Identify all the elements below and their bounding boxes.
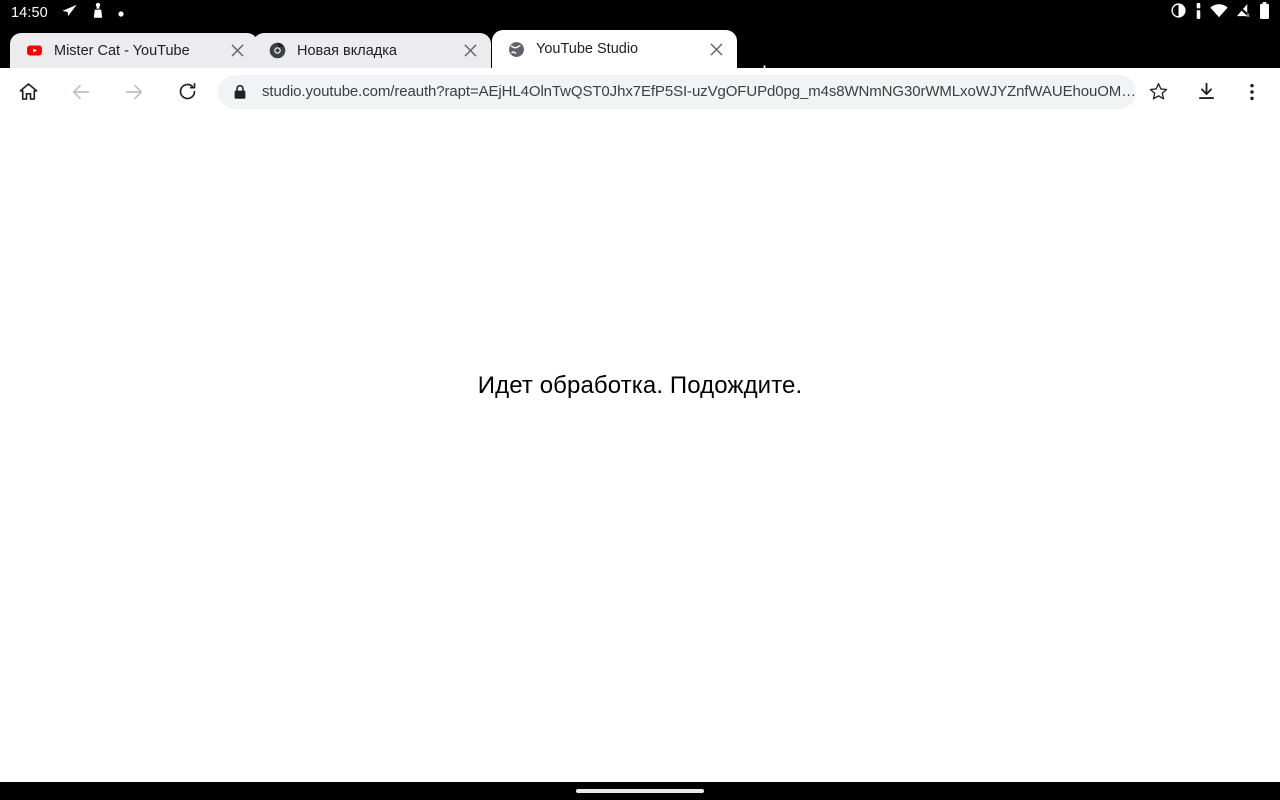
omnibox[interactable]: studio.youtube.com/reauth?rapt=AEjHL4Oln… <box>218 74 1136 109</box>
forward-button[interactable] <box>114 72 154 112</box>
wifi-icon <box>1210 3 1228 23</box>
browser-toolbar: studio.youtube.com/reauth?rapt=AEjHL4Oln… <box>0 68 1280 115</box>
browser-tab-new-tab[interactable]: Новая вкладка <box>253 33 491 68</box>
tab-title: Mister Cat - YouTube <box>54 42 190 59</box>
chrome-icon <box>269 42 286 59</box>
home-button[interactable] <box>8 72 48 112</box>
system-navigation-bar <box>0 782 1280 800</box>
youtube-icon <box>26 42 43 59</box>
tab-close-button[interactable] <box>701 34 731 64</box>
notification-dot-icon <box>118 4 124 22</box>
download-button[interactable] <box>1186 72 1226 112</box>
omnibox-actions <box>1136 72 1280 112</box>
tab-close-button[interactable] <box>222 36 252 66</box>
vibrate-mode-icon <box>1194 2 1203 24</box>
tab-title: YouTube Studio <box>536 41 639 57</box>
status-bar-left: 14:50 <box>0 2 124 24</box>
page-content-area: Идет обработка. Подождите. <box>0 115 1280 782</box>
browser-tab-youtube-studio[interactable]: YouTube Studio <box>492 30 737 68</box>
tab-strip: Mister Cat - YouTube Новая вкладка YouTu… <box>0 26 1280 80</box>
app-notification-icon <box>91 2 105 24</box>
status-bar: 14:50 x <box>0 0 1280 26</box>
bookmark-button[interactable] <box>1138 72 1178 112</box>
three-dot-menu-icon[interactable] <box>1232 72 1272 112</box>
lock-icon[interactable] <box>233 84 247 100</box>
status-clock: 14:50 <box>11 5 48 21</box>
do-not-disturb-icon <box>1170 2 1187 24</box>
browser-tab-mister-cat[interactable]: Mister Cat - YouTube <box>10 33 258 68</box>
reload-button[interactable] <box>167 72 207 112</box>
processing-message: Идет обработка. Подождите. <box>477 372 803 399</box>
url-text: studio.youtube.com/reauth?rapt=AEjHL4Oln… <box>262 83 1136 100</box>
telegram-notification-icon <box>61 2 78 24</box>
gesture-handle[interactable] <box>576 789 704 793</box>
back-button[interactable] <box>61 72 101 112</box>
globe-icon <box>508 41 525 58</box>
tab-title: Новая вкладка <box>297 42 397 59</box>
tab-close-button[interactable] <box>455 36 485 66</box>
battery-full-icon <box>1259 2 1270 24</box>
mobile-signal-off-icon: x <box>1235 3 1252 23</box>
status-bar-right: x <box>1170 2 1280 24</box>
